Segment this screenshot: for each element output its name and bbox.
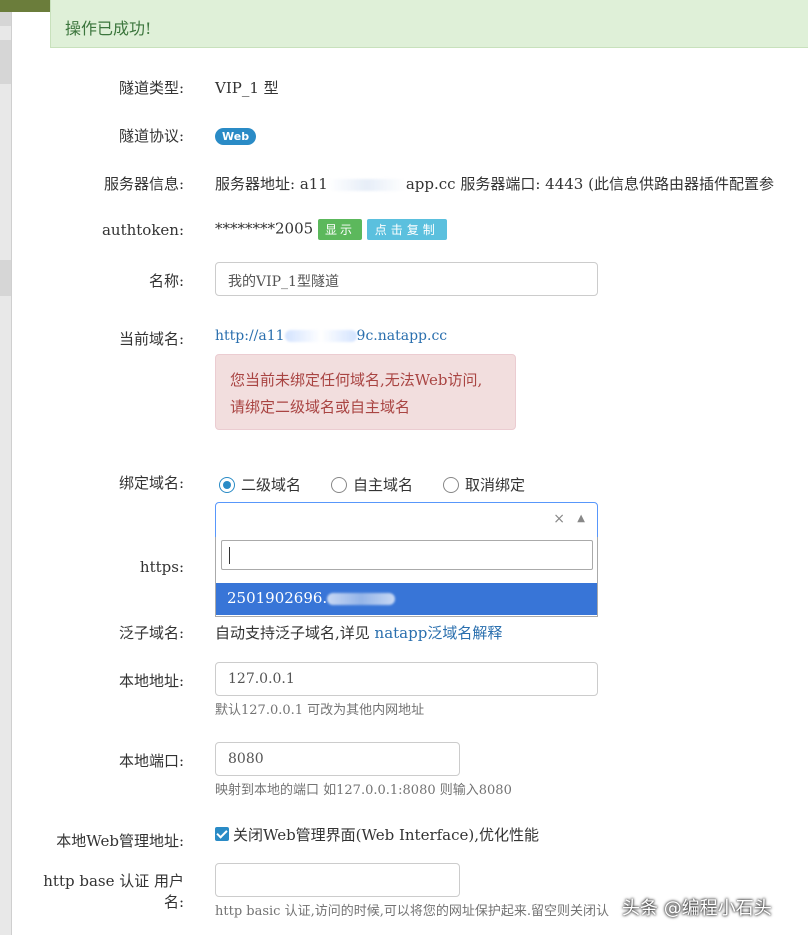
sidebar-edge-item	[0, 260, 11, 296]
dropdown-option-highlighted[interactable]: 2501902696.	[216, 583, 597, 615]
server-info-value: 服务器地址: a11 app.cc 服务器端口: 4443 (此信息供路由器插件配…	[215, 173, 774, 194]
watermark: 头条 @编程小石头	[622, 898, 772, 919]
label-line-1: http base 认证 用户	[43, 872, 184, 890]
redacted-blur	[284, 330, 357, 342]
copy-token-button[interactable]: 点击复制	[366, 219, 447, 240]
local-port-label: 本地端口:	[118, 752, 184, 770]
wildcard-domain-text: 自动支持泛子域名,详见	[215, 624, 375, 642]
current-domain-link[interactable]: http://a11 9c.natapp.cc	[215, 328, 447, 344]
domain-select[interactable]: × ▲	[215, 502, 598, 538]
local-address-help: 默认127.0.0.1 可改为其他内网地址	[215, 703, 425, 718]
label-line-2: 名:	[163, 893, 184, 911]
chevron-up-icon[interactable]: ▲	[577, 513, 585, 524]
current-domain-link-suffix: 9c.natapp.cc	[356, 328, 448, 344]
wildcard-domain-value: 自动支持泛子域名,详见 natapp泛域名解释	[215, 622, 502, 643]
clear-icon[interactable]: ×	[553, 511, 565, 527]
dropdown-search-input[interactable]	[221, 540, 593, 570]
radio-custom-domain[interactable]: 自主域名	[331, 474, 413, 495]
tunnel-type-label: 隧道类型:	[118, 79, 184, 97]
sidebar-edge-item	[0, 12, 11, 26]
checkbox-checked-icon[interactable]	[215, 827, 229, 841]
authtoken-label: authtoken:	[101, 221, 184, 239]
radio-subdomain[interactable]: 二级域名	[219, 474, 301, 495]
local-port-input[interactable]: 8080	[215, 742, 460, 776]
local-web-admin-label: 本地Web管理地址:	[56, 832, 184, 850]
radio-label: 自主域名	[353, 476, 414, 494]
wildcard-domain-label: 泛子域名:	[118, 624, 184, 642]
authtoken-value: ********2005	[215, 219, 314, 238]
tunnel-protocol-label: 隧道协议:	[118, 127, 184, 145]
radio-unbind[interactable]: 取消绑定	[443, 474, 525, 495]
bind-domain-radio-group: 二级域名 自主域名 取消绑定	[219, 474, 525, 497]
checkbox-label: 关闭Web管理界面(Web Interface),优化性能	[233, 826, 540, 844]
dropdown-option-label: 2501902696.	[227, 589, 328, 607]
radio-checked-icon	[219, 476, 235, 493]
http-basic-user-label: http base 认证 用户 名:	[43, 871, 184, 913]
current-domain-label: 当前域名:	[118, 330, 184, 348]
success-alert: 操作已成功!	[50, 0, 808, 48]
sidebar-edge-item	[0, 40, 11, 84]
domain-dropdown: 2501902696.	[215, 537, 598, 617]
name-label: 名称:	[148, 272, 184, 290]
radio-unchecked-icon	[331, 476, 348, 493]
bind-domain-label: 绑定域名:	[118, 474, 184, 492]
server-info-suffix: app.cc 服务器端口: 4443 (此信息供路由器插件配置参	[405, 175, 774, 193]
show-token-button[interactable]: 显示	[317, 219, 362, 240]
warning-line-1: 您当前未绑定任何域名,无法Web访问,	[230, 371, 483, 389]
https-label: https:	[139, 558, 184, 576]
local-address-input[interactable]: 127.0.0.1	[215, 662, 598, 696]
local-address-label: 本地地址:	[118, 672, 184, 690]
redacted-blur	[327, 179, 406, 191]
current-domain-link-prefix: http://a11	[215, 328, 285, 344]
no-domain-warning: 您当前未绑定任何域名,无法Web访问, 请绑定二级域名或自主域名	[215, 354, 516, 430]
http-basic-user-help: http basic 认证,访问的时候,可以将您的网址保护起来.留空则关闭认	[215, 904, 609, 919]
protocol-badge: Web	[215, 128, 257, 145]
local-port-help: 映射到本地的端口 如127.0.0.1:8080 则输入8080	[215, 783, 512, 798]
name-input[interactable]: 我的VIP_1型隧道	[215, 262, 598, 296]
http-basic-user-input[interactable]	[215, 863, 460, 897]
local-web-admin-checkbox-row[interactable]: 关闭Web管理界面(Web Interface),优化性能	[215, 824, 539, 845]
left-sidebar-edge	[0, 12, 12, 935]
server-info-prefix: 服务器地址: a11	[215, 175, 328, 193]
radio-label: 取消绑定	[465, 476, 526, 494]
wildcard-domain-link[interactable]: natapp泛域名解释	[375, 624, 503, 642]
server-info-label: 服务器信息:	[103, 175, 184, 193]
authtoken-value-row: ********2005 显示 点击复制	[215, 219, 447, 240]
text-cursor	[229, 547, 230, 564]
warning-line-2: 请绑定二级域名或自主域名	[230, 398, 411, 416]
tunnel-protocol-value: Web	[215, 126, 257, 145]
radio-label: 二级域名	[241, 476, 302, 494]
redacted-blur	[327, 593, 396, 605]
radio-unchecked-icon	[443, 476, 460, 493]
tunnel-type-value: VIP_1 型	[215, 79, 279, 97]
